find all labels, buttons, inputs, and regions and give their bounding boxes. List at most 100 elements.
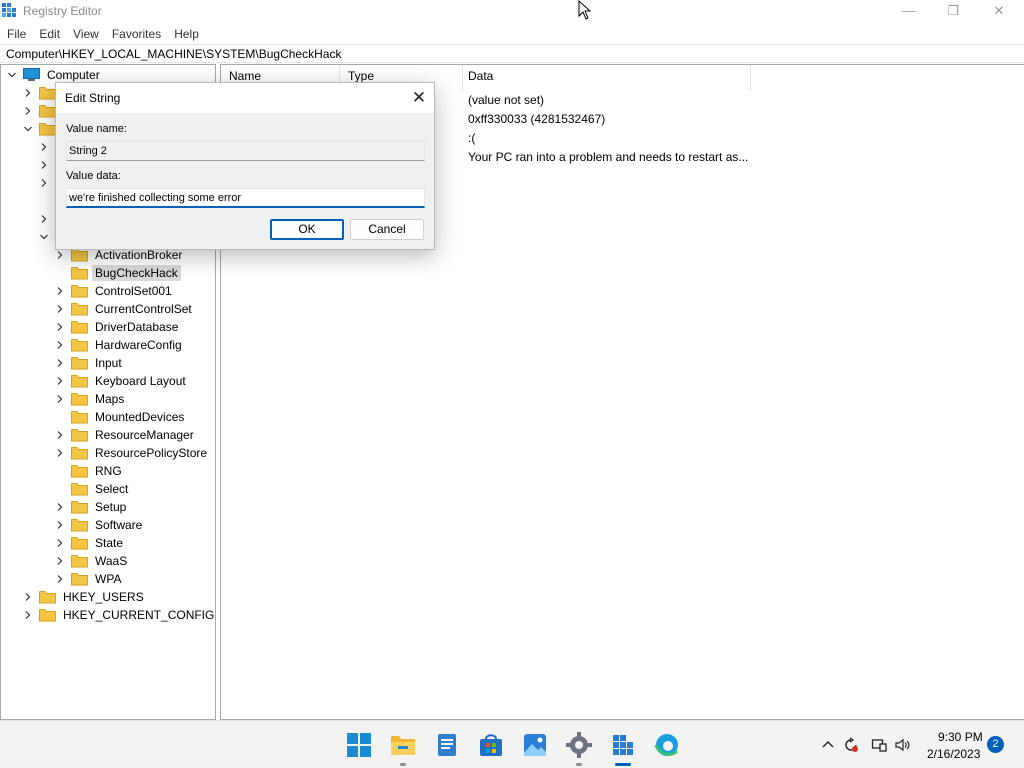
tree-item-hkey-users[interactable]: HKEY_USERS [21, 588, 147, 606]
value-data-cell[interactable]: Your PC ran into a problem and needs to … [468, 150, 748, 164]
chevron-right-icon[interactable] [53, 390, 67, 408]
chevron-right-icon[interactable] [21, 606, 35, 624]
tree-label: RNG [95, 464, 122, 478]
tree-item-system-child[interactable]: DriverDatabase [53, 318, 181, 336]
address-path[interactable]: Computer\HKEY_LOCAL_MACHINE\SYSTEM\BugCh… [6, 47, 341, 61]
chevron-down-icon[interactable] [21, 120, 35, 138]
tree-label: CurrentControlSet [95, 302, 192, 316]
tree-item[interactable] [21, 102, 56, 120]
close-button[interactable]: ✕ [976, 0, 1022, 22]
tree-item-system-child[interactable]: BugCheckHack [53, 264, 181, 282]
start-icon[interactable] [345, 731, 373, 759]
photos-icon[interactable] [521, 731, 549, 759]
menu-view[interactable]: View [66, 23, 105, 43]
sync-icon[interactable] [843, 737, 859, 753]
tree-label: WaaS [95, 554, 128, 568]
menu-file[interactable]: File [0, 23, 32, 43]
chevron-down-icon[interactable] [37, 228, 51, 246]
tree-item-system-child[interactable]: ResourcePolicyStore [53, 444, 210, 462]
chevron-right-icon[interactable] [53, 444, 67, 462]
tree-item[interactable] [37, 174, 51, 192]
chevron-right-icon[interactable] [53, 372, 67, 390]
tree-item-system-child[interactable]: Keyboard Layout [53, 372, 189, 390]
tree-item-system-child[interactable]: HardwareConfig [53, 336, 185, 354]
tree-item-system-child[interactable]: Software [53, 516, 145, 534]
maximize-button[interactable]: ❐ [930, 0, 976, 22]
ok-button[interactable]: OK [270, 219, 344, 240]
settings-icon[interactable] [565, 731, 593, 759]
chevron-right-icon[interactable] [21, 588, 35, 606]
dialog-titlebar[interactable]: Edit String ✕ [56, 83, 434, 113]
chevron-right-icon[interactable] [37, 210, 51, 228]
cancel-button[interactable]: Cancel [350, 219, 424, 240]
chevron-right-icon[interactable] [37, 156, 51, 174]
volume-icon[interactable] [894, 737, 910, 753]
chevron-right-icon[interactable] [53, 354, 67, 372]
chevron-down-icon[interactable] [5, 66, 19, 84]
store-icon[interactable] [477, 731, 505, 759]
folder-icon [71, 411, 88, 424]
clock-date[interactable]: 2/16/2023 [927, 747, 980, 761]
chevron-right-icon[interactable] [53, 426, 67, 444]
chevron-up-icon[interactable] [820, 737, 836, 753]
menu-favorites[interactable]: Favorites [105, 23, 167, 43]
tree-item-system[interactable] [37, 228, 51, 246]
value-data-cell[interactable]: 0xff330033 (4281532467) [468, 112, 605, 126]
tree-item-system-child[interactable]: Input [53, 354, 125, 372]
tree-item-system-child[interactable]: WPA [53, 570, 124, 588]
chevron-right-icon[interactable] [53, 282, 67, 300]
minimize-button[interactable]: — [886, 0, 932, 22]
clock-time[interactable]: 9:30 PM [938, 730, 983, 744]
notification-badge[interactable]: 2 [987, 736, 1004, 753]
registry-editor-icon[interactable] [609, 731, 637, 759]
network-icon[interactable] [871, 737, 887, 753]
chevron-right-icon[interactable] [21, 102, 35, 120]
tree-item-system-child[interactable]: WaaS [53, 552, 130, 570]
chevron-right-icon[interactable] [53, 300, 67, 318]
column-header-type[interactable]: Type [348, 69, 374, 83]
tree-item-system-child[interactable]: MountedDevices [53, 408, 187, 426]
menu-help[interactable]: Help [167, 23, 205, 43]
tree-item-hklm[interactable] [21, 120, 56, 138]
tree-item[interactable] [21, 84, 56, 102]
menu-edit[interactable]: Edit [32, 23, 66, 43]
tree-item-system-child[interactable]: Setup [53, 498, 129, 516]
chevron-right-icon[interactable] [37, 174, 51, 192]
tree-item-system-child[interactable]: CurrentControlSet [53, 300, 195, 318]
folder-icon [39, 105, 56, 118]
dialog-title: Edit String [65, 91, 121, 105]
tree-item-system-child[interactable]: ControlSet001 [53, 282, 175, 300]
tree-item-hkey-current-config[interactable]: HKEY_CURRENT_CONFIG [21, 606, 215, 624]
column-header-data[interactable]: Data [468, 69, 493, 83]
tree-item[interactable] [37, 138, 51, 156]
dialog-close-button[interactable]: ✕ [406, 87, 432, 109]
address-bar[interactable]: Computer\HKEY_LOCAL_MACHINE\SYSTEM\BugCh… [0, 44, 1024, 63]
chevron-right-icon[interactable] [53, 318, 67, 336]
tree-item-system-child[interactable]: Maps [53, 390, 127, 408]
edge-icon[interactable] [653, 731, 681, 759]
active-app-indicator [615, 763, 631, 766]
column-header-name[interactable]: Name [229, 69, 261, 83]
tree-item[interactable] [37, 156, 51, 174]
chevron-right-icon[interactable] [53, 516, 67, 534]
tree-item-system-child[interactable]: ResourceManager [53, 426, 197, 444]
tree-item-system-child[interactable]: State [53, 534, 126, 552]
tree-item-system-child[interactable]: Select [53, 480, 131, 498]
chevron-right-icon[interactable] [53, 498, 67, 516]
chevron-right-icon[interactable] [53, 570, 67, 588]
tree-item[interactable] [37, 210, 51, 228]
column-divider[interactable] [462, 65, 463, 91]
value-data-field[interactable] [66, 188, 425, 208]
chevron-right-icon[interactable] [53, 534, 67, 552]
value-data-cell[interactable]: :( [468, 131, 475, 145]
column-divider[interactable] [750, 65, 751, 91]
value-name-field[interactable] [66, 141, 425, 161]
chevron-right-icon[interactable] [53, 336, 67, 354]
notepad-icon[interactable] [433, 731, 461, 759]
chevron-right-icon[interactable] [53, 552, 67, 570]
file-explorer-icon[interactable] [389, 731, 417, 759]
chevron-right-icon[interactable] [37, 138, 51, 156]
chevron-right-icon[interactable] [21, 84, 35, 102]
tree-item-system-child[interactable]: RNG [53, 462, 125, 480]
value-data-cell[interactable]: (value not set) [468, 93, 544, 107]
